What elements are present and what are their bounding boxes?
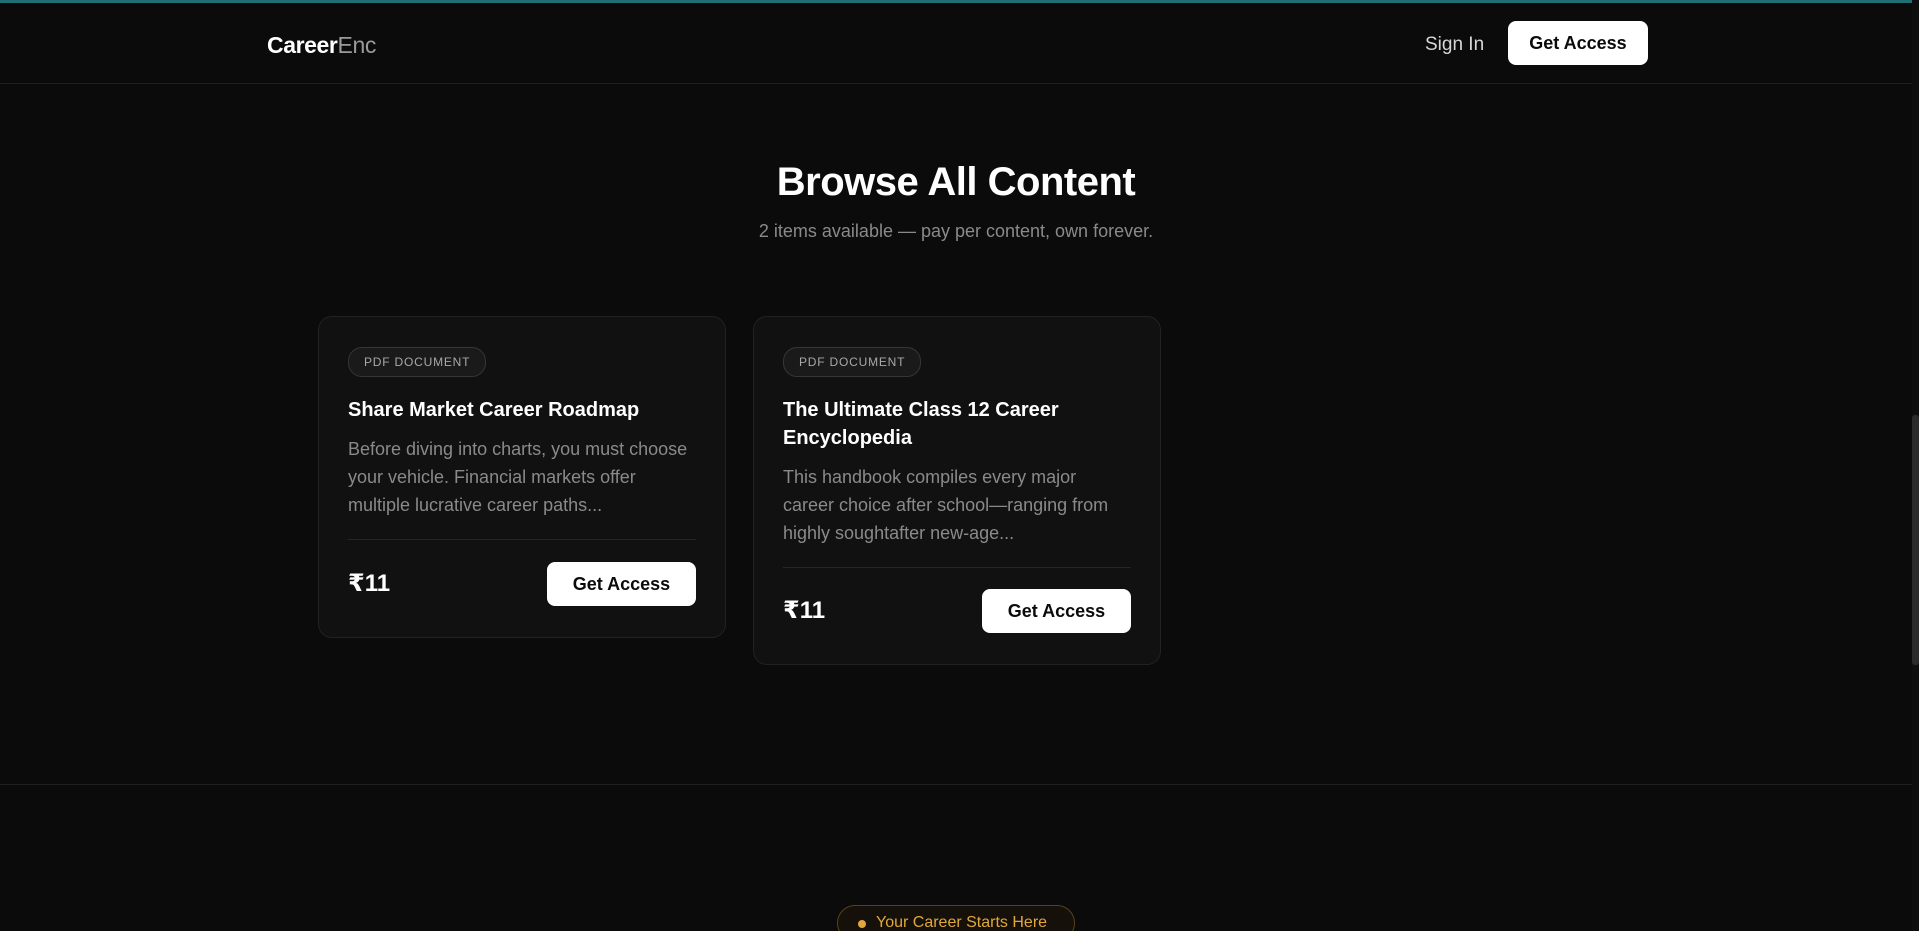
card-divider	[348, 539, 696, 540]
card-description: This handbook compiles every major caree…	[783, 467, 1109, 543]
card-price: ₹11	[348, 570, 391, 597]
page-subtitle: 2 items available — pay per content, own…	[758, 221, 1154, 241]
brand-name-light: Enc	[337, 32, 377, 58]
card-title: The Ultimate Class 12 Career Encyclopedi…	[783, 399, 1059, 449]
pill-label: Your Career Starts Here	[876, 914, 1048, 931]
brand-logo[interactable]: CareerEnc	[267, 29, 376, 61]
card-get-access-button[interactable]: Get Access	[982, 589, 1131, 633]
page-title: Browse All Content	[776, 160, 1136, 204]
card-get-access-button[interactable]: Get Access	[547, 562, 696, 606]
card-divider	[783, 567, 1131, 568]
section-divider	[0, 784, 1912, 785]
pill-dot-icon	[858, 920, 866, 928]
career-starts-pill: Your Career Starts Here	[837, 905, 1075, 931]
card-type-badge: PDF DOCUMENT	[348, 347, 487, 377]
card-title: Share Market Career Roadmap	[348, 399, 640, 421]
page: CareerEnc Sign In Get Access Browse All …	[0, 0, 1919, 931]
card-price: ₹11	[783, 597, 826, 624]
brand-name-strong: Career	[267, 32, 338, 58]
scrollbar-thumb[interactable]	[1912, 415, 1919, 665]
header-get-access-button[interactable]: Get Access	[1508, 21, 1648, 65]
content-card-class-12-encyclopedia[interactable]: PDF DOCUMENT The Ultimate Class 12 Caree…	[753, 316, 1161, 665]
card-description: Before diving into charts, you must choo…	[348, 439, 688, 515]
content-card-share-market[interactable]: PDF DOCUMENT Share Market Career Roadmap…	[318, 316, 726, 638]
sign-in-link[interactable]: Sign In	[1425, 33, 1484, 57]
card-type-badge: PDF DOCUMENT	[783, 347, 922, 377]
site-header: CareerEnc Sign In Get Access	[0, 3, 1912, 84]
